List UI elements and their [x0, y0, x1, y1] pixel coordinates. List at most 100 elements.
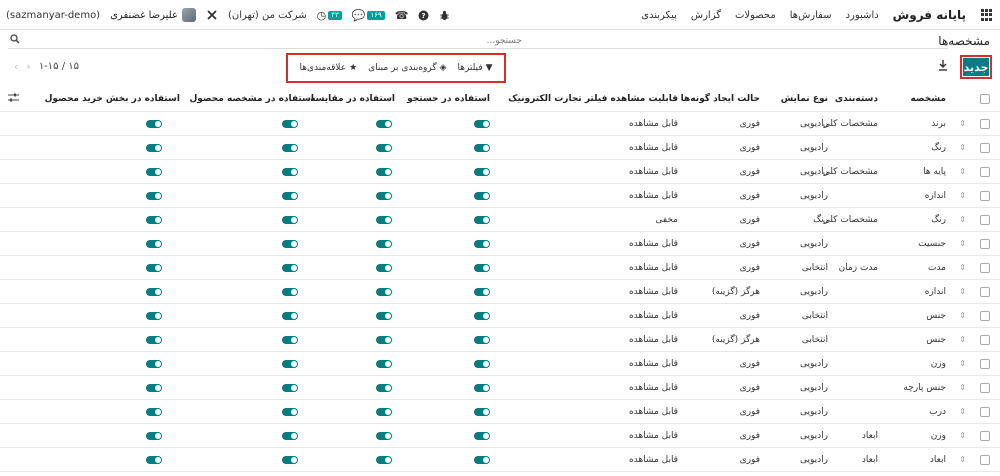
- toggle-use-compare[interactable]: [376, 215, 392, 224]
- toggle-use-purchase[interactable]: [146, 359, 162, 368]
- row-checkbox[interactable]: [980, 214, 990, 225]
- row-checkbox[interactable]: [980, 166, 990, 177]
- toggle-use-search[interactable]: [474, 311, 490, 320]
- toggle-use-product-attr[interactable]: [282, 335, 298, 344]
- row-checkbox[interactable]: [980, 430, 990, 441]
- settings-tools-icon[interactable]: [206, 9, 218, 21]
- row-checkbox[interactable]: [980, 454, 990, 465]
- search-icon[interactable]: [10, 34, 20, 47]
- toggle-use-purchase[interactable]: [146, 407, 162, 416]
- table-row[interactable]: ⇕ اندازه رادیویی فوری قابل مشاهده: [0, 184, 1000, 208]
- col-ecommerce-filter[interactable]: قابلیت مشاهده فیلتر تجارت الکترونیک: [508, 86, 678, 111]
- toggle-use-purchase[interactable]: [146, 191, 162, 200]
- toggle-use-product-attr[interactable]: [282, 359, 298, 368]
- col-use-compare[interactable]: استفاده در مقایسه: [310, 86, 395, 111]
- toggle-use-search[interactable]: [474, 335, 490, 344]
- toggle-use-product-attr[interactable]: [282, 431, 298, 440]
- pager-prev-icon[interactable]: ‹: [14, 60, 18, 73]
- col-use-search[interactable]: استفاده در جستجو: [407, 86, 490, 111]
- toggle-use-search[interactable]: [474, 119, 490, 128]
- table-row[interactable]: ⇕ جنسیت رادیویی فوری قابل مشاهده: [0, 232, 1000, 256]
- drag-handle-icon[interactable]: ⇕: [959, 383, 966, 392]
- toggle-use-product-attr[interactable]: [282, 167, 298, 176]
- drag-handle-icon[interactable]: ⇕: [959, 287, 966, 296]
- toggle-use-search[interactable]: [474, 239, 490, 248]
- toggle-use-search[interactable]: [474, 431, 490, 440]
- toggle-use-compare[interactable]: [376, 239, 392, 248]
- drag-handle-icon[interactable]: ⇕: [959, 263, 966, 272]
- table-row[interactable]: ⇕ جنس انتخابی هرگز (گزینه) قابل مشاهده: [0, 328, 1000, 352]
- toggle-use-product-attr[interactable]: [282, 215, 298, 224]
- chat-icon[interactable]: 💬 ۱۶۹: [352, 9, 385, 22]
- select-all-checkbox[interactable]: [980, 93, 990, 104]
- new-button[interactable]: جدید: [963, 58, 989, 76]
- toggle-use-purchase[interactable]: [146, 383, 162, 392]
- download-icon[interactable]: [938, 60, 948, 74]
- toggle-use-purchase[interactable]: [146, 167, 162, 176]
- col-use-purchase[interactable]: استفاده در بخش خرید محصول: [45, 86, 180, 111]
- toggle-use-product-attr[interactable]: [282, 239, 298, 248]
- row-checkbox[interactable]: [980, 406, 990, 417]
- pager-value[interactable]: ۱-۱۵ / ۱۵: [39, 61, 79, 72]
- toggle-use-compare[interactable]: [376, 383, 392, 392]
- help-icon[interactable]: ?: [418, 10, 429, 21]
- row-checkbox[interactable]: [980, 262, 990, 273]
- toggle-use-purchase[interactable]: [146, 335, 162, 344]
- drag-handle-icon[interactable]: ⇕: [959, 215, 966, 224]
- toggle-use-product-attr[interactable]: [282, 263, 298, 272]
- groupby-toggle[interactable]: ◈ گروه‌بندی بر مبنای: [368, 63, 446, 73]
- toggle-use-purchase[interactable]: [146, 287, 162, 296]
- toggle-use-purchase[interactable]: [146, 455, 162, 464]
- toggle-use-search[interactable]: [474, 167, 490, 176]
- favorites-toggle[interactable]: ★ علاقه‌مندی‌ها: [299, 63, 357, 73]
- toggle-use-compare[interactable]: [376, 143, 392, 152]
- col-display-type[interactable]: نوع نمایش: [781, 86, 828, 111]
- col-create-variant[interactable]: حالت ایجاد گونه‌ها: [681, 86, 760, 111]
- row-checkbox[interactable]: [980, 118, 990, 129]
- drag-handle-icon[interactable]: ⇕: [959, 407, 966, 416]
- menu-dashboard[interactable]: داشبورد: [846, 10, 879, 21]
- toggle-use-purchase[interactable]: [146, 431, 162, 440]
- apps-grid-icon[interactable]: [980, 9, 992, 21]
- toggle-use-search[interactable]: [474, 143, 490, 152]
- toggle-use-compare[interactable]: [376, 119, 392, 128]
- table-row[interactable]: ⇕ ابعاد ابعاد رادیویی فوری قابل مشاهده: [0, 448, 1000, 472]
- toggle-use-search[interactable]: [474, 359, 490, 368]
- drag-handle-icon[interactable]: ⇕: [959, 359, 966, 368]
- toggle-use-purchase[interactable]: [146, 143, 162, 152]
- menu-orders[interactable]: سفارش‌ها: [790, 10, 832, 21]
- app-name[interactable]: پایانه فروش: [893, 8, 966, 22]
- bug-icon[interactable]: [439, 10, 450, 21]
- drag-handle-icon[interactable]: ⇕: [959, 191, 966, 200]
- table-row[interactable]: ⇕ وزن رادیویی فوری قابل مشاهده: [0, 352, 1000, 376]
- toggle-use-product-attr[interactable]: [282, 311, 298, 320]
- toggle-use-purchase[interactable]: [146, 239, 162, 248]
- user-menu[interactable]: علیرضا غضنفری: [110, 8, 196, 22]
- table-row[interactable]: ⇕ رنگ مشخصات کلی رنگ فوری مخفی: [0, 208, 1000, 232]
- toggle-use-search[interactable]: [474, 263, 490, 272]
- drag-handle-icon[interactable]: ⇕: [959, 311, 966, 320]
- toggle-use-compare[interactable]: [376, 191, 392, 200]
- toggle-use-compare[interactable]: [376, 263, 392, 272]
- toggle-use-search[interactable]: [474, 383, 490, 392]
- column-settings-icon[interactable]: [8, 93, 19, 105]
- menu-reporting[interactable]: گزارش: [691, 10, 721, 21]
- table-row[interactable]: ⇕ جنس پارچه رادیویی فوری قابل مشاهده: [0, 376, 1000, 400]
- toggle-use-compare[interactable]: [376, 407, 392, 416]
- drag-handle-icon[interactable]: ⇕: [959, 167, 966, 176]
- row-checkbox[interactable]: [980, 238, 990, 249]
- table-row[interactable]: ⇕ درب رادیویی فوری قابل مشاهده: [0, 400, 1000, 424]
- toggle-use-compare[interactable]: [376, 335, 392, 344]
- toggle-use-product-attr[interactable]: [282, 455, 298, 464]
- table-row[interactable]: ⇕ رنگ رادیویی فوری قابل مشاهده: [0, 136, 1000, 160]
- menu-configuration[interactable]: پیکربندی: [641, 10, 677, 21]
- toggle-use-purchase[interactable]: [146, 215, 162, 224]
- col-use-product-attr[interactable]: استفاده در مشخصه محصول: [189, 86, 314, 111]
- toggle-use-compare[interactable]: [376, 455, 392, 464]
- toggle-use-compare[interactable]: [376, 167, 392, 176]
- table-row[interactable]: ⇕ مدت مدت زمان انتخابی فوری قابل مشاهده: [0, 256, 1000, 280]
- toggle-use-search[interactable]: [474, 407, 490, 416]
- drag-handle-icon[interactable]: ⇕: [959, 239, 966, 248]
- pager-next-icon[interactable]: ›: [26, 60, 30, 73]
- toggle-use-product-attr[interactable]: [282, 119, 298, 128]
